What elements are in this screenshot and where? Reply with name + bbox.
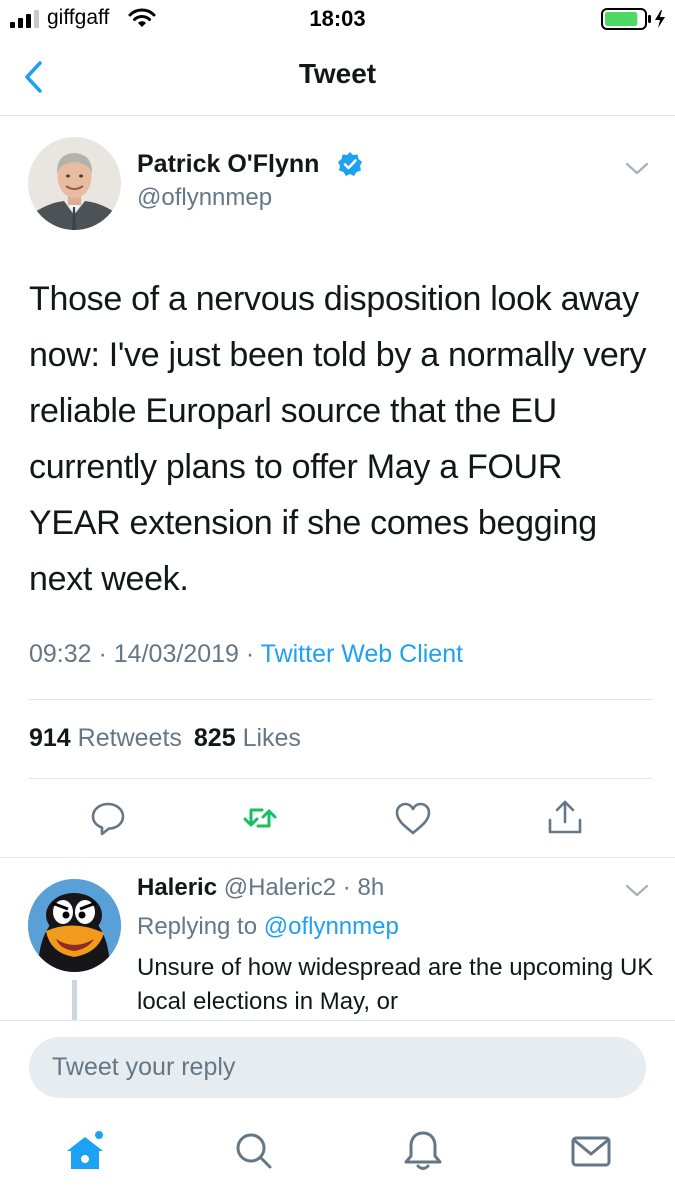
reply-author-handle[interactable]: @Haleric2 [224, 874, 336, 901]
reply-author-name[interactable]: Haleric [137, 874, 217, 901]
reply-icon[interactable] [88, 798, 128, 838]
portrait-image [28, 137, 121, 230]
retweets-label[interactable]: Retweets [78, 724, 182, 752]
chevron-down-icon[interactable] [624, 882, 650, 900]
status-bar: giffgaff 18:03 [0, 0, 675, 40]
reply-input[interactable] [29, 1037, 646, 1098]
battery-icon [601, 8, 665, 30]
divider [29, 699, 653, 700]
navigation-header: Tweet [0, 40, 675, 116]
mention-link[interactable]: @oflynnmep [264, 913, 399, 940]
verified-badge-icon [338, 152, 362, 176]
share-icon[interactable] [545, 798, 585, 838]
status-time: 18:03 [309, 6, 366, 31]
divider [0, 857, 675, 858]
bottom-bar [0, 1020, 675, 1200]
tweet-timestamp: 09:32 · 14/03/2019 · Twitter Web Client [29, 640, 463, 669]
engagement-stats: 914 Retweets 825 Likes [29, 724, 301, 753]
search-icon[interactable] [232, 1129, 276, 1173]
tweet-text: Those of a nervous disposition look away… [29, 280, 647, 598]
divider [29, 778, 653, 779]
like-count[interactable]: 825 [194, 724, 236, 752]
thread-line [72, 980, 77, 1022]
reply-author-avatar[interactable] [28, 879, 121, 972]
retweet-icon[interactable] [240, 798, 280, 838]
meta-separator: · [238, 640, 261, 668]
meta-separator: · [91, 640, 114, 668]
like-icon[interactable] [393, 798, 433, 838]
replying-to-line: Replying to @oflynnmep [137, 913, 399, 941]
cartoon-duck-image [28, 879, 121, 972]
tweet-time: 09:32 [29, 640, 92, 668]
author-avatar[interactable] [28, 137, 121, 230]
author-handle[interactable]: @oflynnmep [137, 184, 272, 212]
reply-header: Haleric @Haleric2 · 8h [137, 874, 384, 902]
home-icon[interactable] [63, 1129, 107, 1173]
meta-separator: · [336, 874, 358, 901]
client-link[interactable]: Twitter Web Client [261, 640, 463, 668]
retweet-count[interactable]: 914 [29, 724, 71, 752]
reply-age: 8h [357, 874, 385, 901]
page-title: Tweet [298, 58, 377, 89]
author-name[interactable]: Patrick O'Flynn [137, 150, 319, 179]
likes-label[interactable]: Likes [243, 724, 301, 752]
reply-text: Unsure of how widespread are the upcomin… [137, 954, 654, 1015]
tweet-date: 14/03/2019 [113, 640, 239, 668]
replying-to-label: Replying to [137, 913, 258, 940]
notifications-icon[interactable] [401, 1129, 445, 1173]
chevron-down-icon[interactable] [624, 160, 650, 178]
messages-icon[interactable] [569, 1129, 613, 1173]
